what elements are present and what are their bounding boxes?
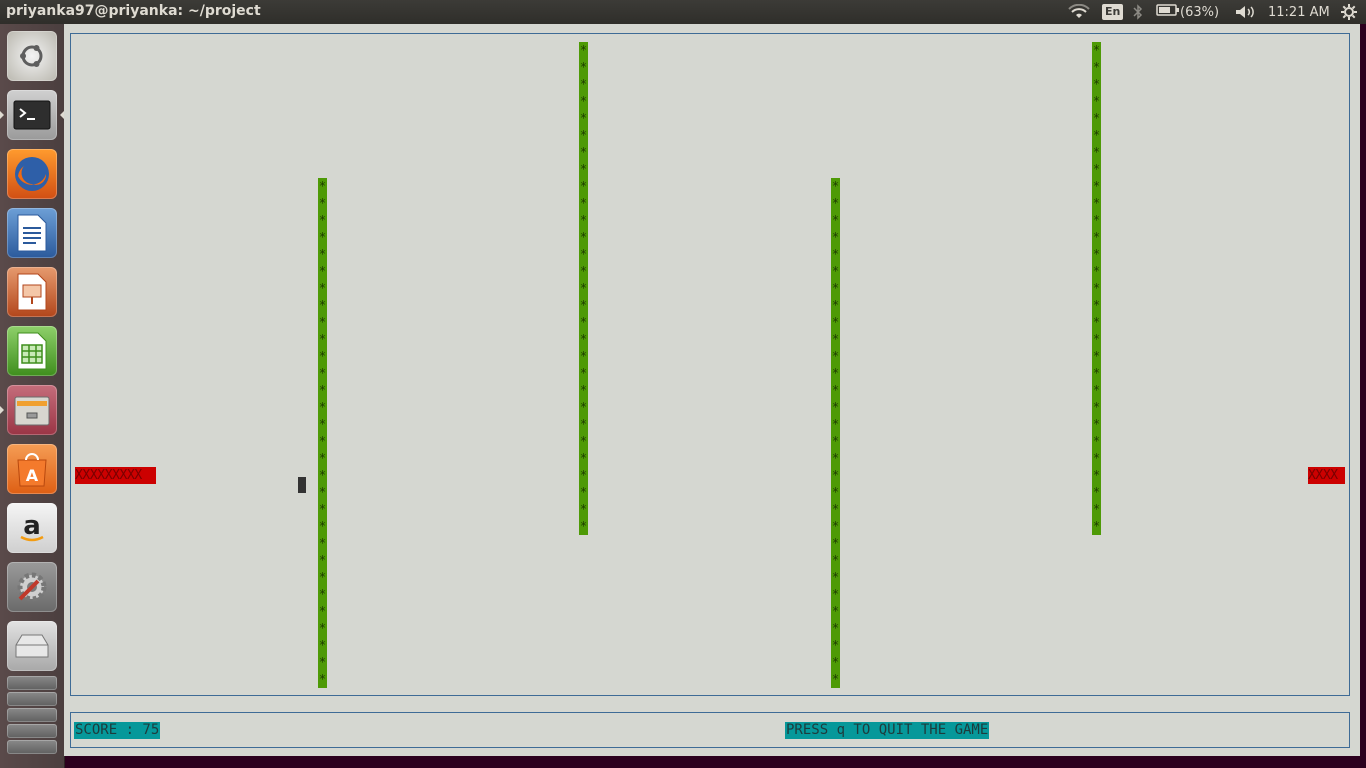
left-wall-block: XXXXXXXXX [75,467,156,484]
window-title: priyanka97@priyanka: ~/project [6,3,261,19]
workspace-stack-item[interactable] [7,708,57,722]
amazon-icon[interactable]: a [7,503,57,553]
terminal-window[interactable]: * * * * * * * * * * * * * * * * * * * * … [64,24,1360,756]
language-label: En [1102,4,1124,20]
system-settings-icon[interactable] [7,562,57,612]
status-bar: SCORE : 75 PRESS q TO QUIT THE GAME [70,712,1350,748]
workspace-stack-item[interactable] [7,724,57,738]
clock[interactable]: 11:21 AM [1268,0,1330,24]
clock-time: 11:21 AM [1268,4,1330,20]
session-gear-icon[interactable] [1340,0,1358,24]
battery-percent: (63%) [1180,4,1220,20]
top-panel: priyanka97@priyanka: ~/project En (63%) [0,0,1366,24]
svg-text:A: A [26,466,39,485]
player-cursor [298,477,306,493]
software-center-icon[interactable]: A [7,444,57,494]
keyboard-layout-indicator[interactable]: En [1102,0,1124,24]
pillar-obstacle: * * * * * * * * * * * * * * * * * * * * … [1092,42,1101,535]
running-indicator [0,406,4,414]
score-label: SCORE : 75 [74,722,161,739]
running-indicator [0,111,4,119]
impress-icon[interactable] [7,267,57,317]
launcher: A a [0,24,65,768]
terminal-icon[interactable] [0,90,64,140]
bluetooth-icon[interactable] [1133,0,1143,24]
wifi-icon[interactable] [1068,0,1090,24]
firefox-icon[interactable] [7,149,57,199]
pillar-obstacle: * * * * * * * * * * * * * * * * * * * * … [579,42,588,535]
pillar-obstacle: * * * * * * * * * * * * * * * * * * * * … [831,178,840,688]
calc-icon[interactable] [7,326,57,376]
battery-icon [1156,3,1180,21]
workspace-stack-item[interactable] [7,692,57,706]
disk-icon[interactable] [7,621,57,671]
writer-icon[interactable] [7,208,57,258]
quit-hint: PRESS q TO QUIT THE GAME [785,722,990,739]
terminal-scrollbar[interactable] [1360,24,1366,756]
workspace-stack-item[interactable] [7,676,57,690]
ubuntu-dash-icon[interactable] [7,31,57,81]
volume-icon[interactable] [1234,0,1256,24]
files-icon[interactable] [0,385,57,435]
right-wall-block: XXXX [1308,467,1345,484]
svg-text:a: a [23,511,41,541]
pillar-obstacle: * * * * * * * * * * * * * * * * * * * * … [318,178,327,688]
game-board: * * * * * * * * * * * * * * * * * * * * … [70,33,1350,696]
trash-stack-item[interactable] [7,740,57,754]
battery-indicator[interactable]: (63%) [1156,0,1219,24]
